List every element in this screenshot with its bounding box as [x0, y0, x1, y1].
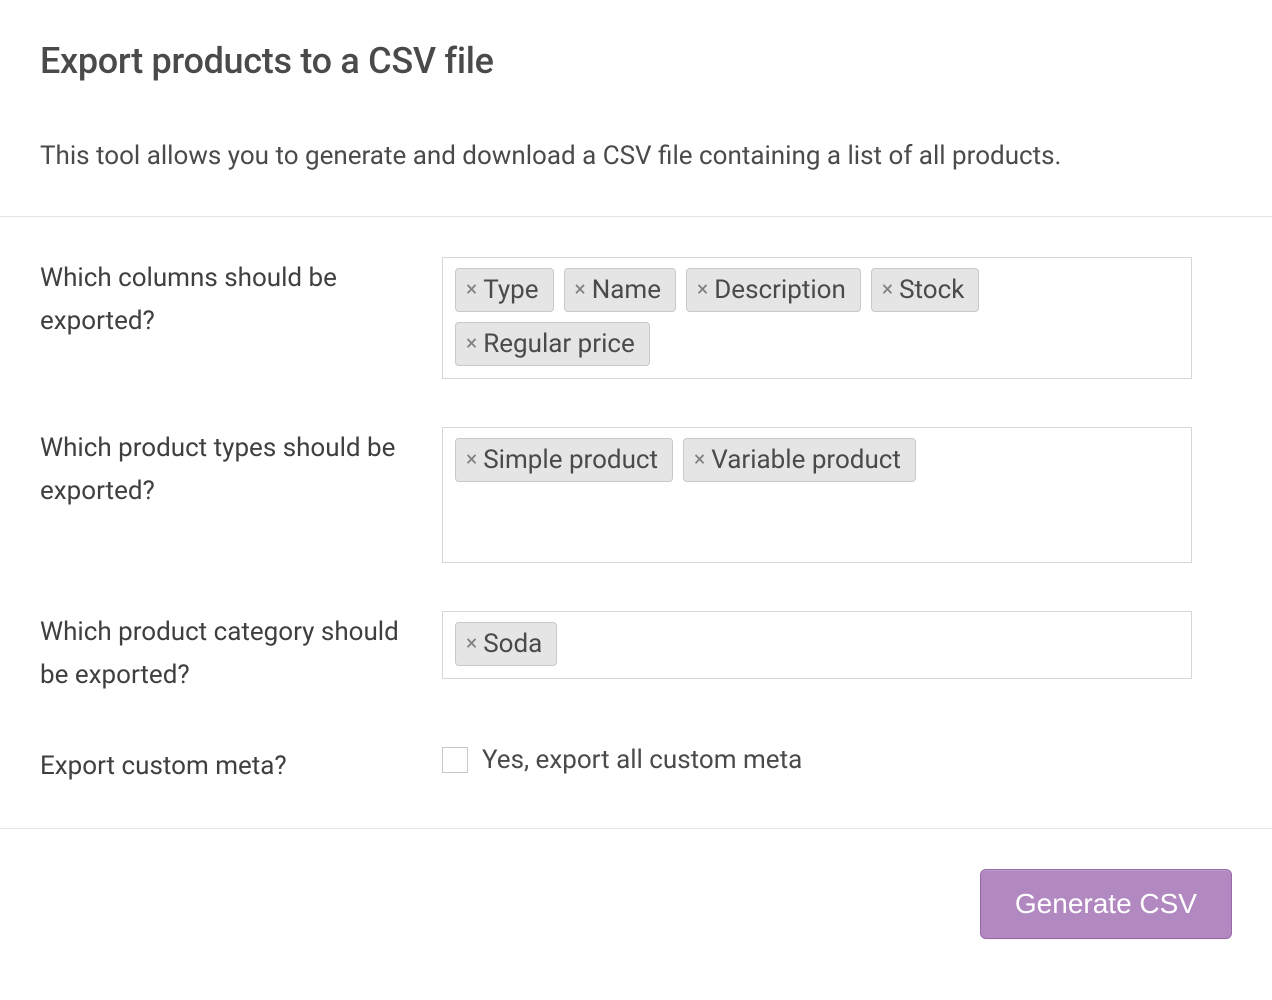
product-type-tag-label: Simple product [483, 445, 658, 475]
custom-meta-row: Export custom meta? Yes, export all cust… [40, 745, 1232, 788]
column-tag-label: Type [483, 275, 538, 305]
product-type-tag-label: Variable product [711, 445, 901, 475]
form-section: Which columns should be exported? ×Type×… [0, 217, 1272, 828]
category-tag: × Soda [455, 622, 557, 666]
page-title: Export products to a CSV file [40, 40, 1232, 82]
column-tag-label: Regular price [483, 329, 635, 359]
remove-icon[interactable]: × [466, 334, 477, 355]
category-select[interactable]: × Soda [442, 611, 1192, 679]
custom-meta-label: Export custom meta? [40, 745, 442, 788]
product-type-tag: × Variable product [683, 438, 916, 482]
product-types-row: Which product types should be exported? … [40, 427, 1232, 563]
custom-meta-checkbox-label[interactable]: Yes, export all custom meta [482, 745, 802, 775]
header-section: Export products to a CSV file This tool … [0, 0, 1272, 217]
columns-row: Which columns should be exported? ×Type×… [40, 257, 1232, 379]
category-tag-label: Soda [483, 629, 542, 659]
product-type-tag: × Simple product [455, 438, 673, 482]
columns-label: Which columns should be exported? [40, 257, 442, 343]
column-tag: × Description [686, 268, 861, 312]
remove-icon[interactable]: × [575, 280, 586, 301]
category-label: Which product category should be exporte… [40, 611, 442, 697]
column-tag-label: Name [592, 275, 661, 305]
product-types-label: Which product types should be exported? [40, 427, 442, 513]
page-description: This tool allows you to generate and dow… [40, 137, 1232, 176]
remove-icon[interactable]: × [694, 450, 705, 471]
column-tag: × Regular price [455, 322, 650, 366]
columns-select[interactable]: × Type × Name × Description × Stock × Regular pri… [442, 257, 1192, 379]
remove-icon[interactable]: × [466, 280, 477, 301]
product-types-select[interactable]: × Simple product × Variable product [442, 427, 1192, 563]
column-tag: × Type [455, 268, 554, 312]
custom-meta-checkbox-row: Yes, export all custom meta [442, 745, 1192, 775]
custom-meta-checkbox[interactable] [442, 747, 468, 773]
column-tag-label: Stock [899, 275, 964, 305]
footer-section: Generate CSV [0, 828, 1272, 979]
column-tag: × Stock [871, 268, 980, 312]
column-tag-label: Description [714, 275, 846, 305]
remove-icon[interactable]: × [697, 280, 708, 301]
remove-icon[interactable]: × [466, 450, 477, 471]
generate-csv-button[interactable]: Generate CSV [980, 869, 1232, 939]
column-tag: × Name [564, 268, 677, 312]
remove-icon[interactable]: × [882, 280, 893, 301]
remove-icon[interactable]: × [466, 634, 477, 655]
category-row: Which product category should be exporte… [40, 611, 1232, 697]
